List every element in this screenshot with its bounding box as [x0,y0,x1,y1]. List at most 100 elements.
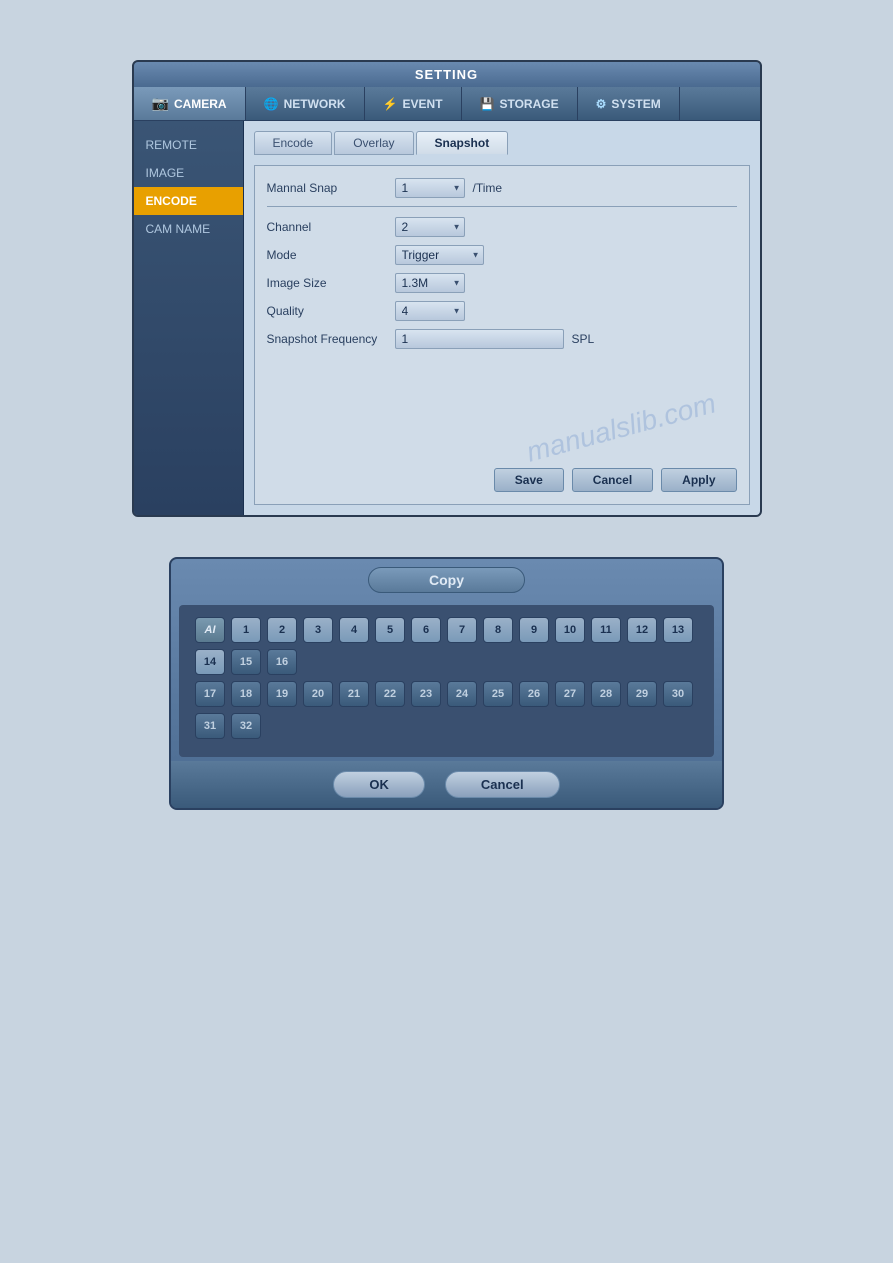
form-divider [267,206,737,207]
watermark: manualslib.com [523,387,719,468]
quality-label: Quality [267,304,387,318]
mode-select-wrapper: TriggerContinuous [395,245,484,265]
form-button-row: Save Cancel Apply [494,468,737,492]
image-size-select-wrapper: 1.3M2M4M [395,273,465,293]
sidebar: REMOTE IMAGE ENCODE CAM NAME [134,121,244,515]
copy-cancel-button[interactable]: Cancel [445,771,560,798]
copy-title-pill: Copy [368,567,525,593]
copy-title: Copy [429,572,464,588]
channel-btn-18[interactable]: 18 [231,681,261,707]
channel-btn-5[interactable]: 5 [375,617,405,643]
save-button[interactable]: Save [494,468,564,492]
tab-snapshot[interactable]: Snapshot [416,131,509,155]
snapshot-freq-row: Snapshot Frequency SPL [267,329,737,349]
channel-btn-26[interactable]: 26 [519,681,549,707]
channel-btn-12[interactable]: 12 [627,617,657,643]
nav-event-label: EVENT [403,97,443,111]
tab-encode[interactable]: Encode [254,131,333,155]
channel-btn-1[interactable]: 1 [231,617,261,643]
image-size-select[interactable]: 1.3M2M4M [395,273,465,293]
copy-footer: OK Cancel [171,761,722,808]
snapshot-freq-label: Snapshot Frequency [267,332,387,346]
nav-storage-label: STORAGE [499,97,558,111]
channel-row: Channel 213 [267,217,737,237]
cancel-button[interactable]: Cancel [572,468,653,492]
channel-btn-6[interactable]: 6 [411,617,441,643]
main-content: Encode Overlay Snapshot Mannal Snap [244,121,760,515]
channel-btn-3[interactable]: 3 [303,617,333,643]
nav-network-label: NETWORK [284,97,346,111]
sub-tabs: Encode Overlay Snapshot [254,131,750,155]
setting-nav: 📷 CAMERA 🌐 NETWORK ⚡ EVENT 💾 STORAGE ⚙ S… [134,87,760,121]
setting-panel: SETTING 📷 CAMERA 🌐 NETWORK ⚡ EVENT 💾 STO… [132,60,762,517]
copy-titlebar: Copy [171,559,722,601]
network-icon: 🌐 [264,97,279,111]
quality-row: Quality 41235 [267,301,737,321]
mode-label: Mode [267,248,387,262]
quality-select[interactable]: 41235 [395,301,465,321]
nav-camera-label: CAMERA [174,97,227,111]
setting-titlebar: SETTING [134,62,760,87]
form-area: Mannal Snap 123 /Time Channel [254,165,750,505]
mode-select[interactable]: TriggerContinuous [395,245,484,265]
channel-btn-22[interactable]: 22 [375,681,405,707]
channel-btn-8[interactable]: 8 [483,617,513,643]
snapshot-freq-input[interactable] [395,329,564,349]
channel-btn-16[interactable]: 16 [267,649,297,675]
channel-btn-32[interactable]: 32 [231,713,261,739]
copy-channels: AI 1 2 3 4 5 6 7 8 9 10 11 12 13 14 15 1… [179,605,714,757]
nav-tab-network[interactable]: 🌐 NETWORK [246,87,365,120]
channel-btn-4[interactable]: 4 [339,617,369,643]
channel-btn-29[interactable]: 29 [627,681,657,707]
sidebar-item-image[interactable]: IMAGE [134,159,243,187]
image-size-label: Image Size [267,276,387,290]
nav-tab-system[interactable]: ⚙ SYSTEM [578,87,680,120]
channel-btn-27[interactable]: 27 [555,681,585,707]
snapshot-freq-unit: SPL [572,332,595,346]
page-wrapper: SETTING 📷 CAMERA 🌐 NETWORK ⚡ EVENT 💾 STO… [0,0,893,850]
setting-title: SETTING [415,67,478,82]
channel-btn-20[interactable]: 20 [303,681,333,707]
channel-btn-11[interactable]: 11 [591,617,621,643]
sidebar-item-remote[interactable]: REMOTE [134,131,243,159]
channel-btn-9[interactable]: 9 [519,617,549,643]
channel-btn-24[interactable]: 24 [447,681,477,707]
channel-btn-2[interactable]: 2 [267,617,297,643]
channel-btn-7[interactable]: 7 [447,617,477,643]
storage-icon: 💾 [480,97,495,111]
quality-select-wrapper: 41235 [395,301,465,321]
channel-btn-15[interactable]: 15 [231,649,261,675]
channel-btn-10[interactable]: 10 [555,617,585,643]
channel-btn-31[interactable]: 31 [195,713,225,739]
channel-btn-30[interactable]: 30 [663,681,693,707]
channel-btn-13[interactable]: 13 [663,617,693,643]
apply-button[interactable]: Apply [661,468,736,492]
nav-tab-storage[interactable]: 💾 STORAGE [462,87,578,120]
channel-btn-23[interactable]: 23 [411,681,441,707]
channel-label: Channel [267,220,387,234]
manual-snap-select-wrapper: 123 [395,178,465,198]
sidebar-item-encode[interactable]: ENCODE [134,187,243,215]
camera-icon: 📷 [152,95,169,112]
copy-ok-button[interactable]: OK [333,771,425,798]
channel-btn-all[interactable]: AI [195,617,225,643]
channel-row-2: 17 18 19 20 21 22 23 24 25 26 27 28 29 3… [195,681,698,739]
tab-overlay[interactable]: Overlay [334,131,413,155]
channel-btn-19[interactable]: 19 [267,681,297,707]
manual-snap-row: Mannal Snap 123 /Time [267,178,737,198]
channel-btn-17[interactable]: 17 [195,681,225,707]
image-size-row: Image Size 1.3M2M4M [267,273,737,293]
event-icon: ⚡ [383,97,398,111]
manual-snap-select[interactable]: 123 [395,178,465,198]
copy-dialog: Copy AI 1 2 3 4 5 6 7 8 9 10 11 12 13 [169,557,724,810]
manual-snap-label: Mannal Snap [267,181,387,195]
sidebar-item-camname[interactable]: CAM NAME [134,215,243,243]
channel-select[interactable]: 213 [395,217,465,237]
channel-btn-14[interactable]: 14 [195,649,225,675]
channel-btn-25[interactable]: 25 [483,681,513,707]
channel-btn-28[interactable]: 28 [591,681,621,707]
channel-row-1: AI 1 2 3 4 5 6 7 8 9 10 11 12 13 14 15 1… [195,617,698,675]
nav-tab-event[interactable]: ⚡ EVENT [365,87,462,120]
channel-btn-21[interactable]: 21 [339,681,369,707]
nav-tab-camera[interactable]: 📷 CAMERA [134,87,246,120]
